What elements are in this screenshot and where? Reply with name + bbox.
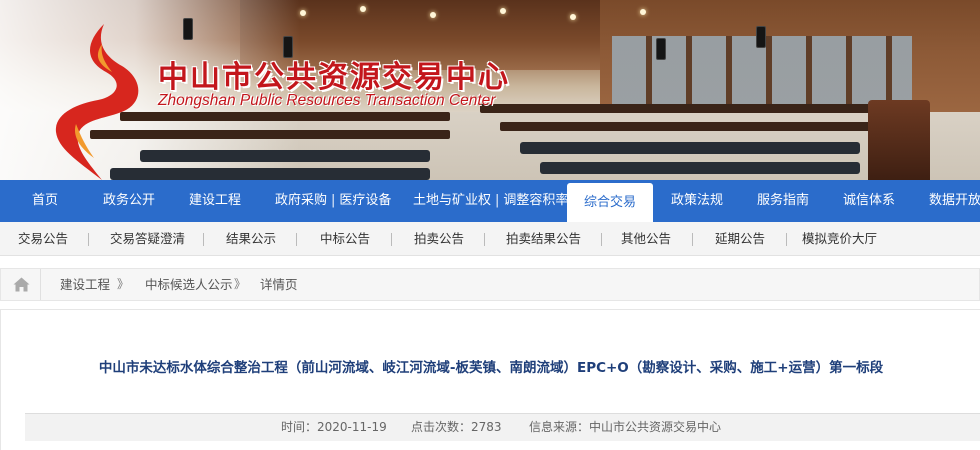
subnav-item-bidding-hall[interactable]: 模拟竞价大厅 <box>802 222 877 256</box>
article-click-count: 点击次数：2783 <box>411 420 502 434</box>
subnav-item-winning-bid[interactable]: 中标公告 <box>320 222 370 256</box>
site-title: 中山市公共资源交易中心 <box>158 60 510 95</box>
wall-speaker <box>656 38 666 60</box>
subnav-divider <box>391 233 392 246</box>
sub-nav: 交易公告 交易答疑澄清 结果公示 中标公告 拍卖公告 拍卖结果公告 其他公告 延… <box>0 222 980 256</box>
subnav-item-other[interactable]: 其他公告 <box>621 222 671 256</box>
nav-item-label[interactable]: 政府采购 <box>275 193 327 208</box>
nav-item-land-mining[interactable]: 土地与矿业权 | 调整容积率 <box>413 180 568 222</box>
article-title: 中山市未达标水体综合整治工程（前山河流域、岐江河流域-板芙镇、南朗流域）EPC+… <box>98 360 884 376</box>
ceiling-light <box>640 9 646 15</box>
subnav-item-auction-result[interactable]: 拍卖结果公告 <box>506 222 581 256</box>
chair-row <box>110 168 430 180</box>
article-meta-bar: 时间：2020-11-19 点击次数：2783 信息来源：中山市公共资源交易中心 <box>25 413 980 441</box>
nav-item-policy[interactable]: 政策法规 <box>671 180 723 222</box>
breadcrumb-separator: 》 <box>117 277 130 291</box>
nav-separator: | <box>331 193 336 208</box>
chair-row <box>540 162 860 174</box>
subnav-divider <box>692 233 693 246</box>
subnav-divider <box>296 233 297 246</box>
breadcrumb: 建设工程 》 中标候选人公示 》 详情页 <box>0 268 980 301</box>
nav-item-comprehensive-trade[interactable]: 综合交易 <box>567 183 653 222</box>
nav-item-gov-affairs[interactable]: 政务公开 <box>103 180 155 222</box>
subnav-item-result[interactable]: 结果公示 <box>226 222 276 256</box>
main-nav: 首页 政务公开 建设工程 政府采购 | 医疗设备 土地与矿业权 | 调整容积率 综合交易… <box>0 180 980 222</box>
subnav-divider <box>786 233 787 246</box>
chair-row <box>140 150 430 162</box>
wall-speaker <box>756 26 766 48</box>
site-title-english: Zhongshan Public Resources Transaction C… <box>158 92 496 109</box>
article-panel: 中山市未达标水体综合整治工程（前山河流域、岐江河流域-板芙镇、南朗流域）EPC+… <box>0 309 980 450</box>
nav-item-open-data[interactable]: 数据开放 <box>929 180 980 222</box>
nav-item-home[interactable]: 首页 <box>32 180 58 222</box>
header-banner: 中山市公共资源交易中心 Zhongshan Public Resources T… <box>0 0 980 180</box>
subnav-divider <box>88 233 89 246</box>
chair-row <box>520 142 860 154</box>
ceiling-light <box>300 10 306 16</box>
breadcrumb-home[interactable] <box>1 269 41 300</box>
article-source: 信息来源：中山市公共资源交易中心 <box>529 420 722 434</box>
nav-item-label[interactable]: 医疗设备 <box>339 193 391 208</box>
nav-item-procurement[interactable]: 政府采购 | 医疗设备 <box>275 180 391 222</box>
nav-item-label[interactable]: 调整容积率 <box>503 193 568 208</box>
breadcrumb-item-candidate-notice[interactable]: 中标候选人公示 <box>145 269 233 300</box>
subnav-divider <box>203 233 204 246</box>
ceiling-light <box>430 12 436 18</box>
subnav-item-qa[interactable]: 交易答疑澄清 <box>110 222 185 256</box>
subnav-item-auction[interactable]: 拍卖公告 <box>414 222 464 256</box>
ceiling-light <box>570 14 576 20</box>
desk-row <box>500 122 870 131</box>
podium <box>868 100 930 180</box>
wall-speaker <box>183 18 193 40</box>
breadcrumb-item-detail: 详情页 <box>260 277 298 292</box>
ceiling-light <box>360 6 366 12</box>
subnav-item-trade-notice[interactable]: 交易公告 <box>18 222 68 256</box>
nav-item-construction[interactable]: 建设工程 <box>189 180 241 222</box>
desk-row <box>120 112 450 121</box>
desk-row <box>480 104 870 113</box>
subnav-divider <box>484 233 485 246</box>
subnav-divider <box>601 233 602 246</box>
home-icon[interactable] <box>13 277 30 292</box>
ceiling-light <box>500 8 506 14</box>
breadcrumb-item-construction[interactable]: 建设工程 <box>60 269 110 300</box>
breadcrumb-separator: 》 <box>234 277 247 291</box>
logo-icon <box>55 24 139 180</box>
nav-item-credit[interactable]: 诚信体系 <box>843 180 895 222</box>
nav-item-service-guide[interactable]: 服务指南 <box>757 180 809 222</box>
nav-separator: | <box>495 193 500 208</box>
article-publish-time: 时间：2020-11-19 <box>281 420 387 434</box>
subnav-item-extension[interactable]: 延期公告 <box>715 222 765 256</box>
nav-item-label[interactable]: 土地与矿业权 <box>413 193 491 208</box>
